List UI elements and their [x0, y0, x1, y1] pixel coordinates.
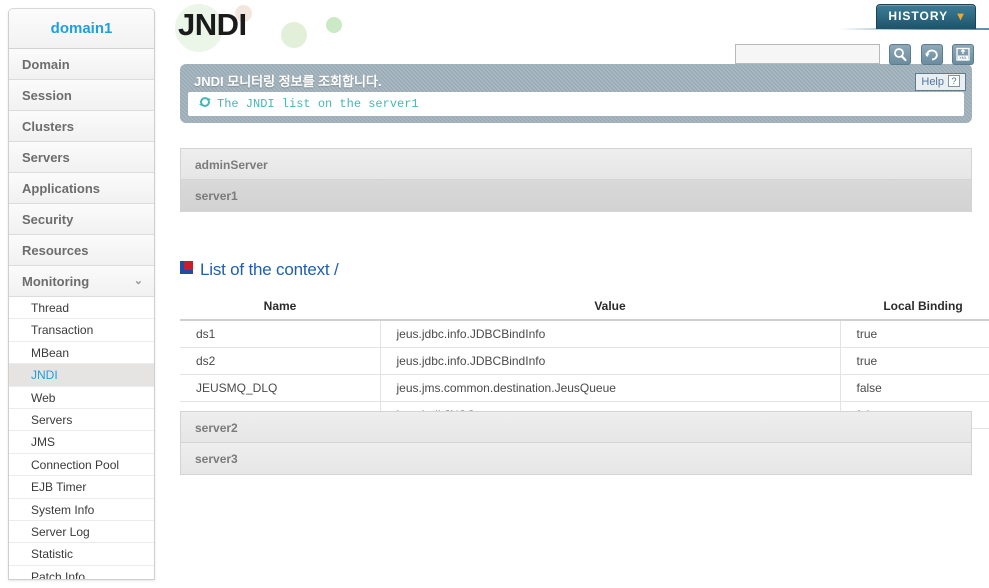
- sidebar-item-label: Domain: [22, 57, 70, 72]
- banner-subtext-row: The JNDI list on the server1: [188, 92, 964, 116]
- page-header: JNDI HISTORY ▾: [163, 0, 989, 52]
- context-square-icon: [180, 261, 193, 274]
- help-button[interactable]: Help?: [915, 73, 966, 91]
- help-label: Help: [921, 76, 944, 88]
- submenu-item-jms[interactable]: JMS: [9, 431, 154, 454]
- sidebar-item-label: Monitoring: [22, 274, 90, 289]
- submenu-item-label: Patch Info: [31, 569, 86, 580]
- sidebar-item-label: Servers: [22, 150, 70, 165]
- cell-value: jeus.jdbc.info.JDBCBindInfo: [380, 319, 841, 348]
- page-title: JNDI: [178, 7, 247, 42]
- search-input[interactable]: [734, 44, 880, 64]
- sidebar-item-resources[interactable]: Resources: [9, 235, 154, 266]
- server-label: adminServer: [195, 158, 268, 172]
- history-label: HISTORY: [888, 9, 949, 23]
- search-toolbar: XML: [734, 44, 974, 66]
- server-row-server2[interactable]: server2: [180, 411, 972, 443]
- svg-text:XML: XML: [959, 56, 966, 60]
- sidebar-item-security[interactable]: Security: [9, 204, 154, 235]
- table-row[interactable]: ds2 jeus.jdbc.info.JDBCBindInfo true: [180, 347, 989, 375]
- application-window: domain1 Domain Session Clusters Servers Appl…: [0, 0, 989, 588]
- server-row-server1[interactable]: server1: [180, 180, 972, 212]
- submenu-item-label: System Info: [31, 502, 95, 517]
- submenu-item-thread[interactable]: Thread: [9, 297, 154, 320]
- refresh-icon[interactable]: [920, 44, 943, 65]
- table-row[interactable]: JEUSMQ_DLQ jeus.jms.common.destination.Je…: [180, 374, 989, 402]
- cell-local-binding: false: [840, 374, 989, 402]
- submenu-item-statistic[interactable]: Statistic: [9, 543, 154, 566]
- table-header-row: Name Value Local Binding: [180, 292, 989, 321]
- chevron-down-icon: ⌄: [133, 275, 143, 287]
- submenu-item-connection-pool[interactable]: Connection Pool: [9, 454, 154, 477]
- sidebar-item-label: Session: [22, 88, 72, 103]
- chevron-down-icon: ▾: [957, 9, 964, 23]
- banner-subtext: The JNDI list on the server1: [217, 97, 419, 111]
- submenu-item-label: Connection Pool: [31, 457, 120, 472]
- column-header-local-binding: Local Binding: [840, 292, 989, 321]
- submenu-item-label: Server Log: [31, 524, 90, 539]
- submenu-item-jndi[interactable]: JNDI: [9, 364, 154, 387]
- sidebar-item-label: Security: [22, 212, 74, 227]
- section-heading: List of the context /: [180, 260, 339, 288]
- sidebar-item-label: Applications: [22, 181, 101, 196]
- sidebar-item-applications[interactable]: Applications: [9, 173, 154, 204]
- table-row[interactable]: ds1 jeus.jdbc.info.JDBCBindInfo true: [180, 319, 989, 348]
- monitoring-submenu: Thread Transaction MBean JNDI Web Servers JMS C…: [9, 297, 154, 580]
- cell-local-binding: true: [840, 347, 989, 375]
- submenu-item-label: Thread: [31, 301, 70, 315]
- column-header-value: Value: [380, 292, 840, 321]
- submenu-item-label: EJB Timer: [31, 480, 87, 495]
- submenu-item-label: Transaction: [31, 323, 94, 338]
- submenu-item-label: MBean: [31, 345, 70, 360]
- submenu-item-transaction[interactable]: Transaction: [9, 319, 154, 342]
- submenu-item-system-info[interactable]: System Info: [9, 499, 154, 521]
- sidebar: domain1 Domain Session Clusters Servers Appl…: [8, 8, 155, 580]
- history-button[interactable]: HISTORY ▾: [876, 4, 976, 29]
- submenu-item-label: JMS: [31, 435, 55, 450]
- xml-export-icon[interactable]: XML: [952, 44, 974, 65]
- server-label: server3: [195, 452, 238, 466]
- banner-title: JNDI 모니터링 정보를 조회합니다.: [194, 74, 382, 89]
- main-content: JNDI 모니터링 정보를 조회합니다. The JNDI list on th…: [163, 44, 989, 588]
- info-banner: JNDI 모니터링 정보를 조회합니다. The JNDI list on th…: [180, 64, 972, 123]
- question-mark-icon: ?: [948, 75, 960, 87]
- section-title: List of the context /: [200, 260, 339, 279]
- jndi-context-table: Name Value Local Binding ds1 jeus.jdbc.in…: [180, 292, 989, 429]
- server-row-server3[interactable]: server3: [180, 443, 972, 475]
- submenu-item-label: Statistic: [31, 547, 74, 562]
- sidebar-item-label: Clusters: [22, 119, 75, 134]
- sidebar-item-servers[interactable]: Servers: [9, 142, 154, 173]
- submenu-item-ejb-timer[interactable]: EJB Timer: [9, 476, 154, 499]
- submenu-item-label: Web: [31, 390, 56, 405]
- cell-name: JEUSMQ_DLQ: [180, 374, 381, 402]
- submenu-item-patch-info[interactable]: Patch Info: [9, 566, 154, 580]
- primary-nav: Domain Session Clusters Servers Applications…: [9, 49, 154, 297]
- cell-value: jeus.jms.common.destination.JeusQueue: [380, 374, 841, 402]
- sidebar-item-label: Resources: [22, 243, 89, 258]
- cell-value: jeus.jdbc.info.JDBCBindInfo: [380, 347, 841, 375]
- submenu-item-mbean[interactable]: MBean: [9, 342, 154, 365]
- decorative-dot-green-medium: [281, 22, 307, 48]
- server-row-adminserver[interactable]: adminServer: [180, 148, 972, 180]
- server-label: server2: [195, 421, 238, 435]
- submenu-item-label: JNDI: [31, 368, 58, 383]
- sidebar-item-session[interactable]: Session: [9, 80, 154, 111]
- submenu-item-label: Servers: [31, 412, 73, 427]
- sync-icon: [198, 94, 212, 108]
- submenu-item-servers[interactable]: Servers: [9, 409, 154, 432]
- server-label: server1: [195, 189, 238, 203]
- submenu-item-web[interactable]: Web: [9, 387, 154, 409]
- sidebar-item-monitoring[interactable]: Monitoring ⌄: [9, 266, 154, 297]
- decorative-dot-green-small: [326, 17, 342, 33]
- domain-title: domain1: [9, 9, 154, 49]
- sidebar-item-domain[interactable]: Domain: [9, 49, 154, 80]
- submenu-item-server-log[interactable]: Server Log: [9, 521, 154, 544]
- cell-local-binding: true: [840, 319, 989, 348]
- sidebar-item-clusters[interactable]: Clusters: [9, 111, 154, 142]
- column-header-name: Name: [180, 292, 380, 321]
- cell-name: ds1: [180, 319, 381, 348]
- cell-name: ds2: [180, 347, 381, 375]
- search-icon[interactable]: [889, 44, 912, 65]
